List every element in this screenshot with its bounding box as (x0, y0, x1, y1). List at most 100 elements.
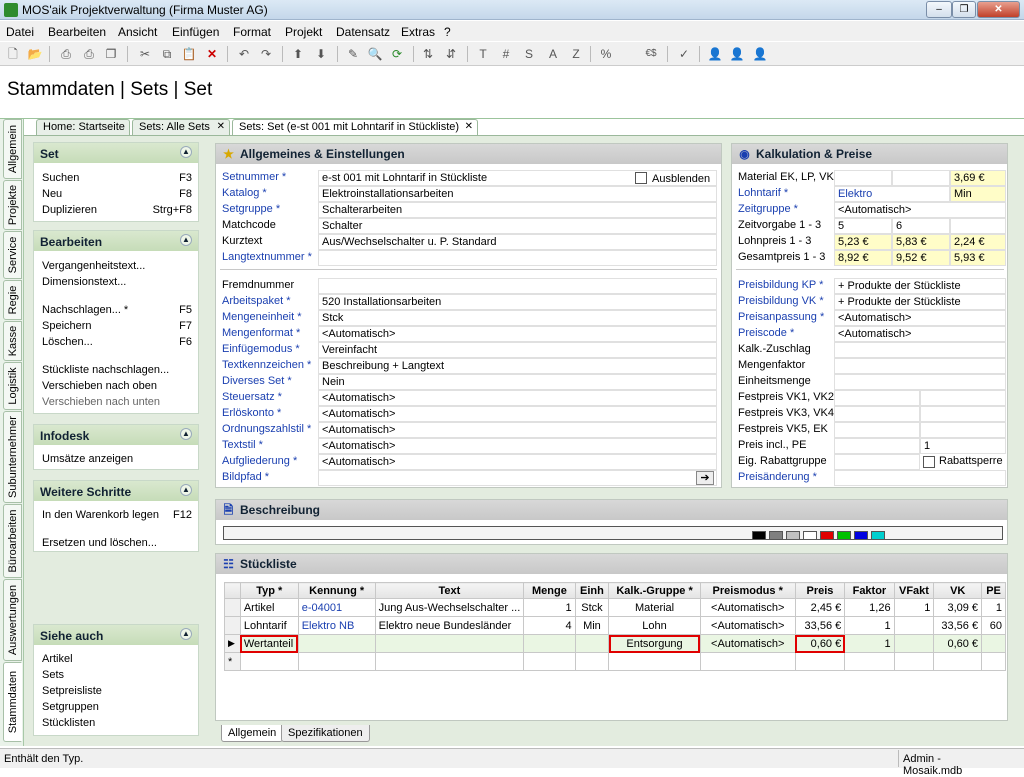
sort-icon[interactable]: ⇅ (420, 46, 436, 62)
collapse-icon[interactable]: ▲ (180, 146, 192, 158)
vtab-kasse[interactable]: Kasse (3, 321, 22, 361)
allgemein-top-2-label[interactable]: Setgruppe * (222, 203, 280, 215)
empty-cell[interactable] (699, 652, 796, 671)
cell-typ[interactable]: Lohntarif (239, 616, 299, 635)
cut-icon[interactable]: ✂ (137, 46, 153, 62)
menu-ansicht[interactable]: Ansicht (118, 25, 157, 39)
close-icon[interactable]: ✕ (217, 120, 225, 134)
vtab-bueroarbeiten[interactable]: Büroarbeiten (3, 504, 22, 578)
allgemein-bottom-10-label[interactable]: Textstil * (222, 439, 263, 451)
minimize-button[interactable]: – (926, 1, 952, 18)
allgemein-bottom-2-label[interactable]: Mengeneinheit * (222, 311, 302, 323)
collapse-icon[interactable]: ▲ (180, 234, 192, 246)
print-icon[interactable]: ⎙ (58, 46, 74, 62)
task-stueckliste-nachschlagen[interactable]: Stückliste nachschlagen... (42, 364, 169, 376)
refresh-icon[interactable]: ⟳ (389, 46, 405, 62)
currency-icon[interactable]: €$ (643, 46, 659, 62)
color-white-swatch[interactable] (803, 531, 817, 540)
allgemein-bottom-4-field[interactable]: Vereinfacht (318, 342, 717, 358)
cell-preis[interactable]: 2,45 € (794, 598, 846, 617)
preis-incl-field[interactable] (834, 438, 920, 454)
delete-icon[interactable]: ✕ (204, 46, 220, 62)
menu-datei[interactable]: Datei (6, 25, 34, 39)
cell-preismodus[interactable]: <Automatisch> (699, 616, 796, 635)
column-header[interactable]: Einh (574, 582, 610, 599)
kalk-1-field[interactable]: + Produkte der Stückliste (834, 294, 1006, 310)
cell-kalk[interactable]: Material (608, 598, 701, 617)
gesamtpreis-2[interactable]: 9,52 € (892, 250, 950, 266)
menu-format[interactable]: Format (233, 25, 271, 39)
lohnpreis-3[interactable]: 2,24 € (950, 234, 1006, 250)
close-button[interactable]: ✕ (977, 1, 1020, 18)
collapse-icon[interactable]: ▲ (180, 428, 192, 440)
zeitvorgabe-2[interactable]: 6 (892, 218, 950, 234)
link-stuecklisten[interactable]: Stücklisten (42, 717, 95, 729)
allgemein-bottom-7-label[interactable]: Steuersatz * (222, 391, 282, 403)
task-vergangenheitstext[interactable]: Vergangenheitstext... (42, 260, 145, 272)
menu-projekt[interactable]: Projekt (285, 25, 322, 39)
text-style-icon[interactable]: T (475, 46, 491, 62)
kalk-3-field[interactable]: <Automatisch> (834, 326, 1006, 342)
allgemein-bottom-12-label[interactable]: Bildpfad * (222, 471, 269, 483)
browse-arrow-button[interactable]: ➔ (696, 471, 714, 485)
allgemein-bottom-3-label[interactable]: Mengenformat * (222, 327, 300, 339)
allgemein-bottom-4-label[interactable]: Einfügemodus * (222, 343, 300, 355)
zeitgruppe-field[interactable]: <Automatisch> (834, 202, 1006, 218)
vtab-auswertungen[interactable]: Auswertungen (3, 579, 22, 661)
empty-cell[interactable] (239, 652, 299, 671)
kalk-2-label[interactable]: Preisanpassung * (738, 311, 824, 323)
user-blue-icon[interactable]: 👤 (707, 46, 723, 62)
cell-pe[interactable] (981, 634, 1006, 653)
lohnpreis-2[interactable]: 5,83 € (892, 234, 950, 250)
task-verschieben-unten[interactable]: Verschieben nach unten (42, 396, 160, 408)
allgemein-top-0-label[interactable]: Setnummer * (222, 171, 286, 183)
lohntarif-unit[interactable]: Min (950, 186, 1006, 202)
ausblenden-checkbox[interactable] (635, 172, 647, 184)
empty-cell[interactable] (374, 652, 525, 671)
kalk-3-label[interactable]: Preiscode * (738, 327, 794, 339)
kalk-6-field[interactable] (834, 374, 1006, 390)
zeitvorgabe-3[interactable] (950, 218, 1006, 234)
kalk-0-field[interactable]: + Produkte der Stückliste (834, 278, 1006, 294)
lohntarif-field[interactable]: Elektro (834, 186, 950, 202)
allgemein-top-2-field[interactable]: Schalterarbeiten (318, 202, 717, 218)
column-header[interactable]: Kalk.-Gruppe * (608, 582, 701, 599)
allgemein-top-3-field[interactable]: Schalter (318, 218, 717, 234)
pen-icon[interactable]: ✎ (345, 46, 361, 62)
vtab-subunternehmer[interactable]: Subunternehmer (3, 411, 22, 503)
link-setpreisliste[interactable]: Setpreisliste (42, 685, 102, 697)
menu-einfuegen[interactable]: Einfügen (172, 25, 219, 39)
material-vk[interactable]: 3,69 € (950, 170, 1006, 186)
row-selector[interactable]: ▶ (224, 634, 241, 653)
numbering-icon[interactable] (620, 46, 636, 62)
link-artikel[interactable]: Artikel (42, 653, 73, 665)
redo-icon[interactable]: ↷ (258, 46, 274, 62)
allgemein-bottom-5-label[interactable]: Textkennzeichen * (222, 359, 311, 371)
color-black-swatch[interactable] (752, 531, 766, 540)
cell-einh[interactable] (574, 634, 610, 653)
column-header[interactable]: VFakt (893, 582, 935, 599)
allgemein-bottom-5-field[interactable]: Beschreibung + Langtext (318, 358, 717, 374)
z-icon[interactable]: Z (568, 46, 584, 62)
number-icon[interactable]: # (498, 46, 514, 62)
empty-cell[interactable] (933, 652, 983, 671)
column-header[interactable]: PE (981, 582, 1006, 599)
vtab-service[interactable]: Service (3, 231, 22, 279)
allgemein-bottom-9-label[interactable]: Ordnungszahlstil * (222, 423, 311, 435)
vtab-regie[interactable]: Regie (3, 280, 22, 320)
gesamtpreis-3[interactable]: 5,93 € (950, 250, 1006, 266)
allgemein-bottom-8-label[interactable]: Erlöskonto * (222, 407, 281, 419)
empty-cell[interactable] (608, 652, 701, 671)
cell-vk[interactable]: 0,60 € (933, 634, 983, 653)
cell-menge[interactable]: 4 (523, 616, 576, 635)
kalk-0-label[interactable]: Preisbildung KP * (738, 279, 823, 291)
column-header[interactable]: Menge (523, 582, 576, 599)
kalk-1-label[interactable]: Preisbildung VK * (738, 295, 824, 307)
vtab-logistik[interactable]: Logistik (3, 362, 22, 410)
cell-typ[interactable]: Artikel (239, 598, 299, 617)
cell-typ[interactable]: Wertanteil (239, 634, 299, 653)
cell-vk[interactable]: 33,56 € (933, 616, 983, 635)
pe-field[interactable]: 1 (920, 438, 1006, 454)
allgemein-top-4-field[interactable]: Aus/Wechselschalter u. P. Standard (318, 234, 717, 250)
paste-icon[interactable]: 📋 (181, 46, 197, 62)
